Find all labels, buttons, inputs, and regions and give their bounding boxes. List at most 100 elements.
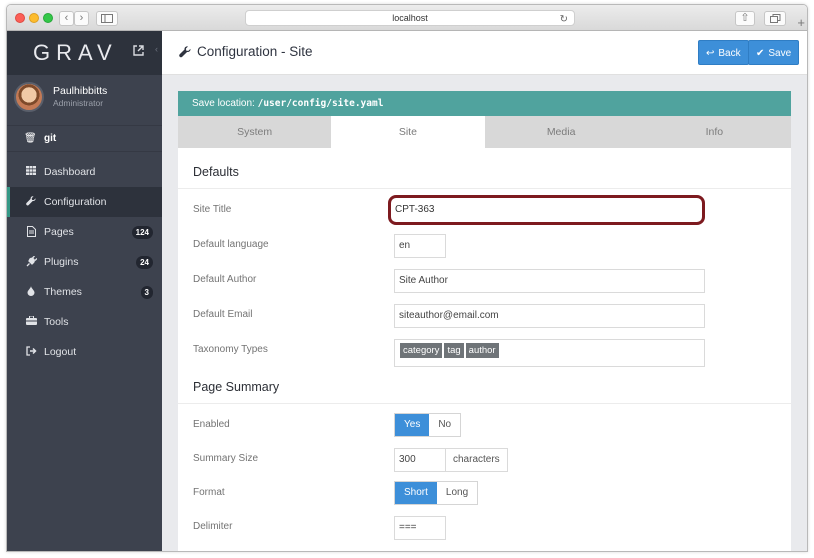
sidebar-item-themes[interactable]: Themes 3 — [7, 277, 162, 307]
file-icon — [25, 226, 37, 240]
themes-count-badge: 3 — [140, 286, 153, 299]
back-button-label: Back — [718, 48, 741, 59]
save-location-label: Save location: — [192, 98, 255, 109]
page-summary-heading: Page Summary — [193, 380, 280, 394]
sidebar: GRAV ‹ Paulhibbitts Administrator 🗑 git … — [7, 31, 162, 551]
default-author-label: Default Author — [193, 274, 257, 285]
save-button[interactable]: ✔ Save — [748, 40, 800, 65]
wrench-icon — [179, 46, 191, 58]
summary-format-toggle: Short Long — [394, 481, 479, 505]
reload-icon[interactable]: ↻ — [560, 12, 568, 27]
sidebar-item-pages[interactable]: Pages 124 — [7, 217, 162, 247]
save-location-path: /user/config/site.yaml — [257, 98, 384, 109]
page-header: Configuration - Site ↩ Back ✔ Save — [162, 31, 807, 75]
browser-toolbar: ‹ › localhost ↻ ⇧ + — [7, 5, 807, 31]
user-role: Administrator — [53, 98, 104, 108]
save-location-bar: Save location: /user/config/site.yaml — [178, 91, 791, 116]
summary-enabled-no[interactable]: No — [429, 414, 460, 436]
divider — [178, 188, 791, 189]
wrench-icon — [25, 196, 37, 209]
taxonomy-tag[interactable]: author — [465, 343, 499, 358]
tabs-overview-icon[interactable] — [764, 11, 786, 26]
summary-delimiter-label: Delimiter — [193, 521, 233, 532]
tab-system[interactable]: System — [178, 116, 331, 148]
check-icon: ✔ — [756, 48, 765, 59]
sidebar-item-label: Themes — [44, 286, 82, 298]
address-bar[interactable]: localhost ↻ — [245, 10, 575, 26]
sidebar-item-label: Plugins — [44, 256, 79, 268]
main-content: Configuration - Site ↩ Back ✔ Save Save lo… — [162, 31, 807, 551]
sidebar-item-logout[interactable]: Logout — [7, 337, 162, 367]
sidebar-item-configuration[interactable]: Configuration — [7, 187, 162, 217]
taxonomy-types-label: Taxonomy Types — [193, 344, 268, 355]
summary-delimiter-input[interactable]: === — [394, 516, 446, 540]
summary-size-input[interactable]: 300 characters — [394, 448, 508, 472]
git-label: git — [44, 133, 57, 144]
reply-icon: ↩ — [706, 48, 715, 59]
briefcase-icon — [25, 315, 37, 328]
summary-format-label: Format — [193, 487, 225, 498]
user-name: Paulhibbitts — [53, 85, 108, 97]
summary-size-value: 300 — [399, 454, 416, 465]
pages-count-badge: 124 — [131, 226, 153, 239]
sidebar-item-label: Tools — [44, 316, 69, 328]
brand-bar: GRAV ‹ — [7, 31, 162, 75]
sidebar-toggle-icon[interactable] — [96, 11, 118, 26]
default-email-label: Default Email — [193, 309, 253, 320]
new-tab-icon[interactable]: + — [797, 15, 805, 30]
default-language-label: Default language — [193, 239, 269, 250]
external-link-icon[interactable] — [133, 45, 144, 56]
summary-size-unit: characters — [445, 449, 507, 471]
browser-window: ‹ › localhost ↻ ⇧ + GRAV ‹ Paulhibbitts … — [6, 4, 808, 552]
sidebar-item-label: Logout — [44, 346, 77, 358]
grid-icon — [25, 166, 37, 178]
sidebar-item-label: Dashboard — [44, 166, 96, 178]
sidebar-item-dashboard[interactable]: Dashboard — [7, 157, 162, 187]
default-author-input[interactable]: Site Author — [394, 269, 705, 293]
plug-icon — [25, 255, 37, 270]
close-window-button[interactable] — [15, 13, 25, 23]
config-card: Save location: /user/config/site.yaml Sy… — [178, 91, 791, 551]
page-title: Configuration - Site — [197, 44, 313, 59]
taxonomy-tag[interactable]: category — [400, 343, 443, 358]
taxonomy-tag[interactable]: tag — [444, 343, 464, 358]
sidebar-item-label: Pages — [44, 226, 74, 238]
tab-info[interactable]: Info — [638, 116, 791, 148]
tab-media[interactable]: Media — [485, 116, 638, 148]
summary-format-short[interactable]: Short — [395, 482, 437, 504]
collapse-sidebar-icon[interactable]: ‹ — [155, 44, 158, 54]
trash-icon: 🗑 — [24, 133, 37, 144]
sidebar-item-tools[interactable]: Tools — [7, 307, 162, 337]
sidebar-item-plugins[interactable]: Plugins 24 — [7, 247, 162, 277]
summary-enabled-yes[interactable]: Yes — [395, 414, 430, 436]
plugins-count-badge: 24 — [136, 256, 153, 269]
avatar[interactable] — [14, 82, 44, 112]
git-sync-item[interactable]: 🗑 git — [7, 126, 162, 152]
default-email-input[interactable]: siteauthor@email.com — [394, 304, 705, 328]
save-button-label: Save — [768, 48, 792, 59]
back-arrow-icon[interactable]: ‹ — [59, 11, 74, 26]
default-language-input[interactable]: en — [394, 234, 446, 258]
summary-format-long[interactable]: Long — [437, 482, 477, 504]
sign-out-icon — [25, 346, 37, 359]
summary-enabled-toggle: Yes No — [394, 413, 462, 437]
url-text: localhost — [392, 13, 428, 23]
site-title-input[interactable]: CPT-363 — [388, 195, 705, 225]
defaults-heading: Defaults — [193, 165, 239, 179]
tab-site[interactable]: Site — [331, 116, 485, 148]
back-button[interactable]: ↩ Back — [698, 40, 749, 65]
minimize-window-button[interactable] — [29, 13, 39, 23]
user-panel[interactable]: Paulhibbitts Administrator — [7, 75, 162, 126]
share-icon[interactable]: ⇧ — [735, 11, 755, 26]
forward-arrow-icon[interactable]: › — [74, 11, 89, 26]
grav-logo[interactable]: GRAV — [33, 40, 118, 66]
summary-enabled-label: Enabled — [193, 419, 230, 430]
taxonomy-types-input[interactable]: category tag author — [394, 339, 705, 367]
divider — [178, 403, 791, 404]
config-tabs: System Site Media Info — [178, 116, 791, 148]
droplet-icon — [25, 286, 37, 299]
zoom-window-button[interactable] — [43, 13, 53, 23]
site-title-label: Site Title — [193, 204, 232, 215]
summary-size-label: Summary Size — [193, 453, 259, 464]
sidebar-item-label: Configuration — [44, 196, 107, 208]
